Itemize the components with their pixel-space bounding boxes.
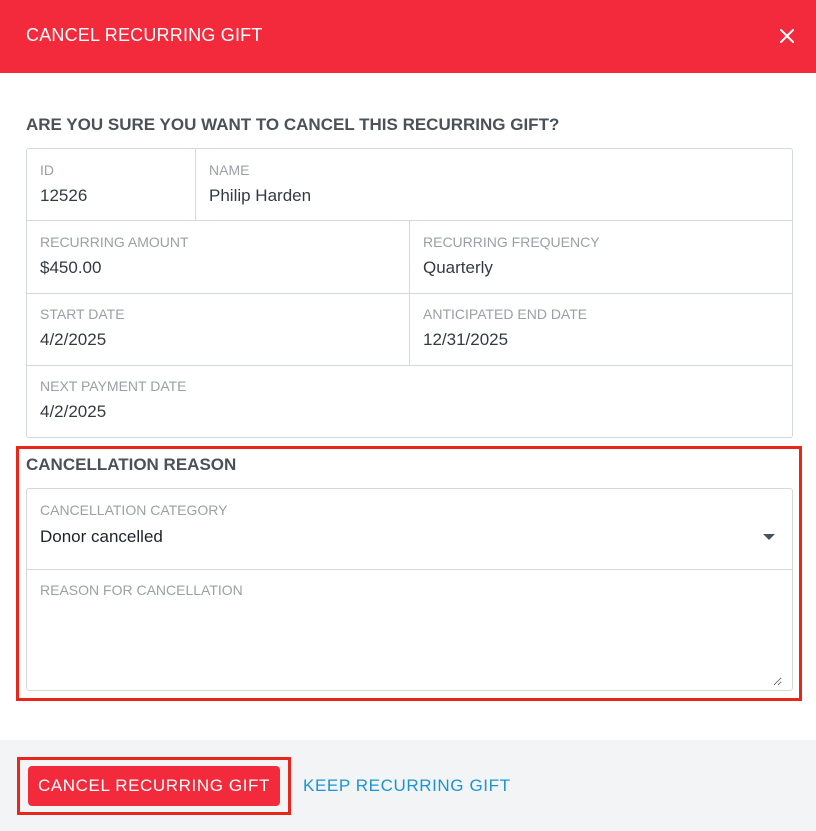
next-payment-date-value: 4/2/2025 <box>40 402 107 421</box>
id-label: ID <box>40 162 54 178</box>
recurring-amount-label: RECURRING AMOUNT <box>40 234 189 250</box>
recurring-amount-cell: RECURRING AMOUNT $450.00 <box>27 221 409 293</box>
close-icon[interactable] <box>776 24 798 48</box>
next-payment-date-label: NEXT PAYMENT DATE <box>40 378 187 394</box>
cancellation-category-select[interactable]: CANCELLATION CATEGORY Donor cancelled <box>27 489 792 569</box>
name-cell: NAME Philip Harden <box>196 149 792 221</box>
id-cell: ID 12526 <box>27 149 195 221</box>
recurring-frequency-cell: RECURRING FREQUENCY Quarterly <box>410 221 792 293</box>
start-date-cell: START DATE 4/2/2025 <box>27 293 409 365</box>
cancellation-category-label: CANCELLATION CATEGORY <box>40 502 228 518</box>
reason-for-cancellation-field: REASON FOR CANCELLATION <box>27 569 792 690</box>
gift-details: ID 12526 NAME Philip Harden RECURRING AM… <box>26 148 793 438</box>
name-label: NAME <box>209 162 250 178</box>
recurring-amount-value: $450.00 <box>40 258 102 277</box>
chevron-down-icon <box>763 534 775 540</box>
anticipated-end-date-label: ANTICIPATED END DATE <box>423 306 588 322</box>
next-payment-date-cell: NEXT PAYMENT DATE 4/2/2025 <box>27 365 792 437</box>
cancellation-category-value: Donor cancelled <box>40 527 163 546</box>
name-value: Philip Harden <box>209 186 312 205</box>
dialog-header: CANCEL RECURRING GIFT <box>0 0 816 73</box>
recurring-frequency-value: Quarterly <box>423 258 493 277</box>
start-date-value: 4/2/2025 <box>40 330 107 349</box>
cancellation-fields: CANCELLATION CATEGORY Donor cancelled RE… <box>26 488 793 691</box>
keep-recurring-gift-button[interactable]: KEEP RECURRING GIFT <box>303 776 511 796</box>
start-date-label: START DATE <box>40 306 125 322</box>
recurring-frequency-label: RECURRING FREQUENCY <box>423 234 600 250</box>
reason-for-cancellation-label: REASON FOR CANCELLATION <box>40 582 243 598</box>
confirmation-question: ARE YOU SURE YOU WANT TO CANCEL THIS REC… <box>26 115 560 134</box>
anticipated-end-date-value: 12/31/2025 <box>423 330 509 349</box>
anticipated-end-date-cell: ANTICIPATED END DATE 12/31/2025 <box>410 293 792 365</box>
cancel-recurring-gift-button[interactable]: CANCEL RECURRING GIFT <box>28 766 280 806</box>
reason-for-cancellation-input[interactable] <box>40 604 782 686</box>
dialog-title: CANCEL RECURRING GIFT <box>26 25 263 45</box>
cancellation-reason-heading: CANCELLATION REASON <box>26 455 237 474</box>
id-value: 12526 <box>40 186 88 205</box>
